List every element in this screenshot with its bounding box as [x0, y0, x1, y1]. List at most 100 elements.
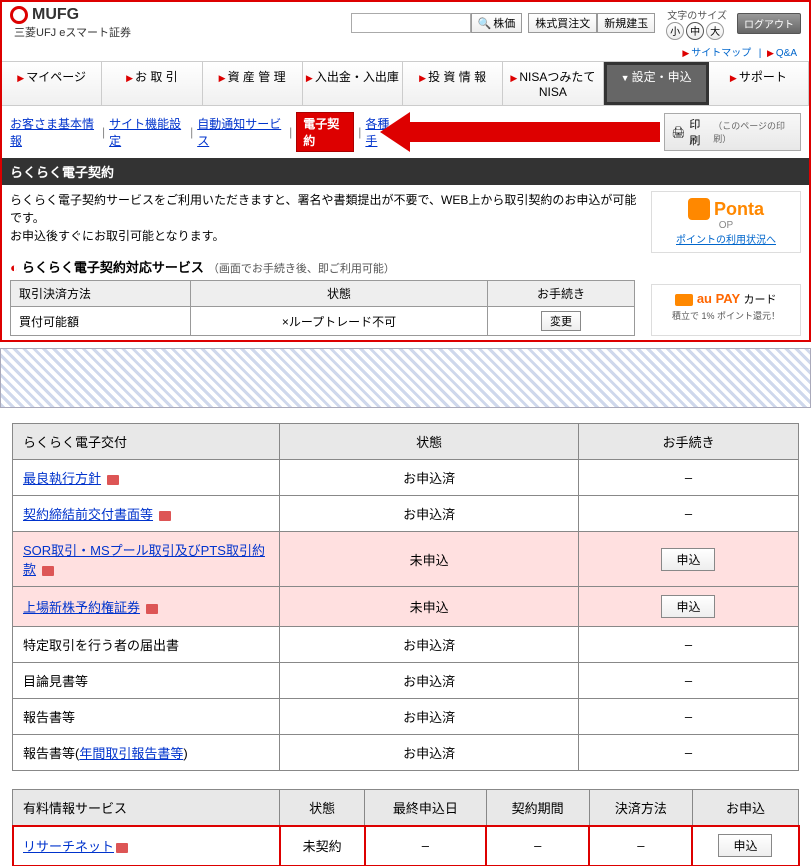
research-net-link[interactable]: リサーチネット	[23, 839, 114, 854]
aupay-logo: au PAY	[697, 291, 740, 306]
header: MUFG 三菱UFJ eスマート証券 🔍株価 株式買注文 新規建玉 文字のサイズ…	[2, 2, 809, 44]
edelivery-status: お申込済	[280, 735, 579, 771]
t3-h1: 有料情報サービス	[13, 790, 280, 826]
t1-r1c2: ×ループトレード不可	[191, 307, 488, 336]
edelivery-row: 最良執行方針 お申込済–	[13, 460, 799, 496]
pdf-icon	[116, 843, 128, 853]
t3-h6: お申込	[692, 790, 798, 826]
nav-invest[interactable]: ▶投 資 情 報	[403, 62, 503, 105]
sublink-econtract[interactable]: 電子契約	[296, 112, 354, 152]
t3-h3: 最終申込日	[365, 790, 487, 826]
edelivery-status: お申込済	[280, 496, 579, 532]
apply-button[interactable]: 申込	[718, 834, 772, 857]
font-size-label: 文字のサイズ	[667, 7, 727, 22]
ponta-panel: Ponta OP ポイントの利用状況へ	[651, 191, 801, 253]
edelivery-row: 報告書等(年間取引報告書等)お申込済–	[13, 735, 799, 771]
sublink-basic[interactable]: お客さま基本情報	[10, 115, 98, 149]
edelivery-row: SOR取引・MSプール取引及びPTS取引約款 未申込 申込	[13, 532, 799, 587]
paid-service-row: リサーチネット 未契約 – – – 申込	[13, 826, 799, 866]
edelivery-status: 未申込	[280, 532, 579, 587]
logo-block: MUFG 三菱UFJ eスマート証券	[10, 6, 131, 40]
edelivery-action: –	[578, 496, 798, 532]
logout-wrap: ログアウト	[737, 13, 801, 34]
edelivery-status: お申込済	[280, 627, 579, 663]
t3-status: 未契約	[280, 826, 365, 866]
edelivery-row: 契約締結前交付書面等 お申込済–	[13, 496, 799, 532]
t3-method: –	[589, 826, 692, 866]
t3-period: –	[486, 826, 589, 866]
edelivery-action: –	[578, 735, 798, 771]
t1-h3: お手続き	[487, 281, 634, 307]
edelivery-label: 目論見書等	[13, 663, 280, 699]
t3-h4: 契約期間	[486, 790, 589, 826]
nav-nisa[interactable]: ▶NISAつみたてNISA	[503, 62, 603, 105]
pdf-icon	[159, 511, 171, 521]
edelivery-action: –	[578, 627, 798, 663]
printer-icon: 🖨	[671, 126, 685, 139]
change-button[interactable]: 変更	[541, 311, 581, 331]
t2-h2: 状態	[280, 424, 579, 460]
edelivery-status: お申込済	[280, 699, 579, 735]
nav-settings[interactable]: ▼設定・申込	[604, 62, 709, 105]
t1-h1: 取引決済方法	[11, 281, 191, 307]
edelivery-status: 未申込	[280, 587, 579, 627]
section-divider	[0, 348, 811, 408]
search-icon: 🔍	[478, 17, 492, 30]
sublink-site[interactable]: サイト機能設定	[109, 115, 186, 149]
nav-support[interactable]: ▶サポート	[709, 62, 809, 105]
callout-arrow	[410, 122, 660, 142]
ponta-face-icon	[688, 198, 710, 220]
bottom-panel: らくらく電子交付 状態 お手続き 最良執行方針 お申込済–契約締結前交付書面等 …	[0, 423, 811, 866]
t3-h5: 決済方法	[589, 790, 692, 826]
mufg-ring-icon	[10, 6, 28, 24]
edelivery-status: お申込済	[280, 663, 579, 699]
t3-h2: 状態	[280, 790, 365, 826]
font-size-medium[interactable]: 中	[686, 22, 704, 40]
edelivery-link[interactable]: 上場新株予約権証券	[23, 600, 140, 615]
ponta-name: Ponta	[714, 199, 764, 220]
edelivery-row: 報告書等お申込済–	[13, 699, 799, 735]
nav-asset[interactable]: ▶資 産 管 理	[203, 62, 303, 105]
edelivery-link[interactable]: 契約締結前交付書面等	[23, 507, 153, 522]
sublink-auto[interactable]: 自動通知サービス	[197, 115, 285, 149]
edelivery-action: –	[578, 699, 798, 735]
apply-button[interactable]: 申込	[661, 548, 715, 571]
card-icon	[675, 294, 693, 306]
edelivery-status: お申込済	[280, 460, 579, 496]
search-input[interactable]	[351, 13, 471, 33]
t2-h3: お手続き	[578, 424, 798, 460]
t1-r1c1: 買付可能額	[11, 307, 191, 336]
sitemap-row: ▶サイトマップ | ▶Q&A	[2, 44, 809, 61]
search-box: 🔍株価	[351, 13, 523, 33]
nav-inout[interactable]: ▶入出金・入出庫	[303, 62, 403, 105]
font-size-small[interactable]: 小	[666, 22, 684, 40]
stock-order-button[interactable]: 株式買注文	[528, 13, 597, 33]
nav-mypage[interactable]: ▶マイページ	[2, 62, 102, 105]
edelivery-link[interactable]: SOR取引・MSプール取引及びPTS取引約款	[23, 543, 265, 577]
t2-h1: らくらく電子交付	[13, 424, 280, 460]
apply-button[interactable]: 申込	[661, 595, 715, 618]
aupay-card: カード	[744, 294, 777, 306]
edelivery-link[interactable]: 最良執行方針	[23, 471, 101, 486]
paid-service-table: 有料情報サービス 状態 最終申込日 契約期間 決済方法 お申込 リサーチネット …	[12, 789, 799, 866]
sublinks: お客さま基本情報| サイト機能設定| 自動通知サービス| 電子契約| 各種手 🖨…	[2, 106, 809, 158]
ponta-link[interactable]: ポイントの利用状況へ	[676, 235, 776, 246]
service-title: ◐ らくらく電子契約対応サービス （画面でお手続き後、即ご利用可能）	[2, 253, 809, 280]
edelivery-row: 目論見書等お申込済–	[13, 663, 799, 699]
brand-name: MUFG	[32, 6, 79, 24]
edelivery-row: 上場新株予約権証券 未申込 申込	[13, 587, 799, 627]
font-size-large[interactable]: 大	[706, 22, 724, 40]
t3-last: –	[365, 826, 487, 866]
logout-button[interactable]: ログアウト	[737, 13, 801, 34]
aupay-sub: 積立で 1% ポイント還元！	[658, 309, 794, 322]
section-title-bar: らくらく電子契約	[2, 158, 809, 185]
edelivery-label: 報告書等	[13, 699, 280, 735]
stock-price-button[interactable]: 🔍株価	[471, 13, 523, 33]
edelivery-table: らくらく電子交付 状態 お手続き 最良執行方針 お申込済–契約締結前交付書面等 …	[12, 423, 799, 771]
new-position-button[interactable]: 新規建玉	[597, 13, 655, 33]
sitemap-link[interactable]: サイトマップ	[691, 48, 751, 59]
qa-link[interactable]: Q&A	[776, 48, 797, 59]
nav-trade[interactable]: ▶お 取 引	[102, 62, 202, 105]
print-button[interactable]: 🖨 印刷 （このページの印刷）	[664, 113, 801, 151]
pdf-icon	[42, 566, 54, 576]
